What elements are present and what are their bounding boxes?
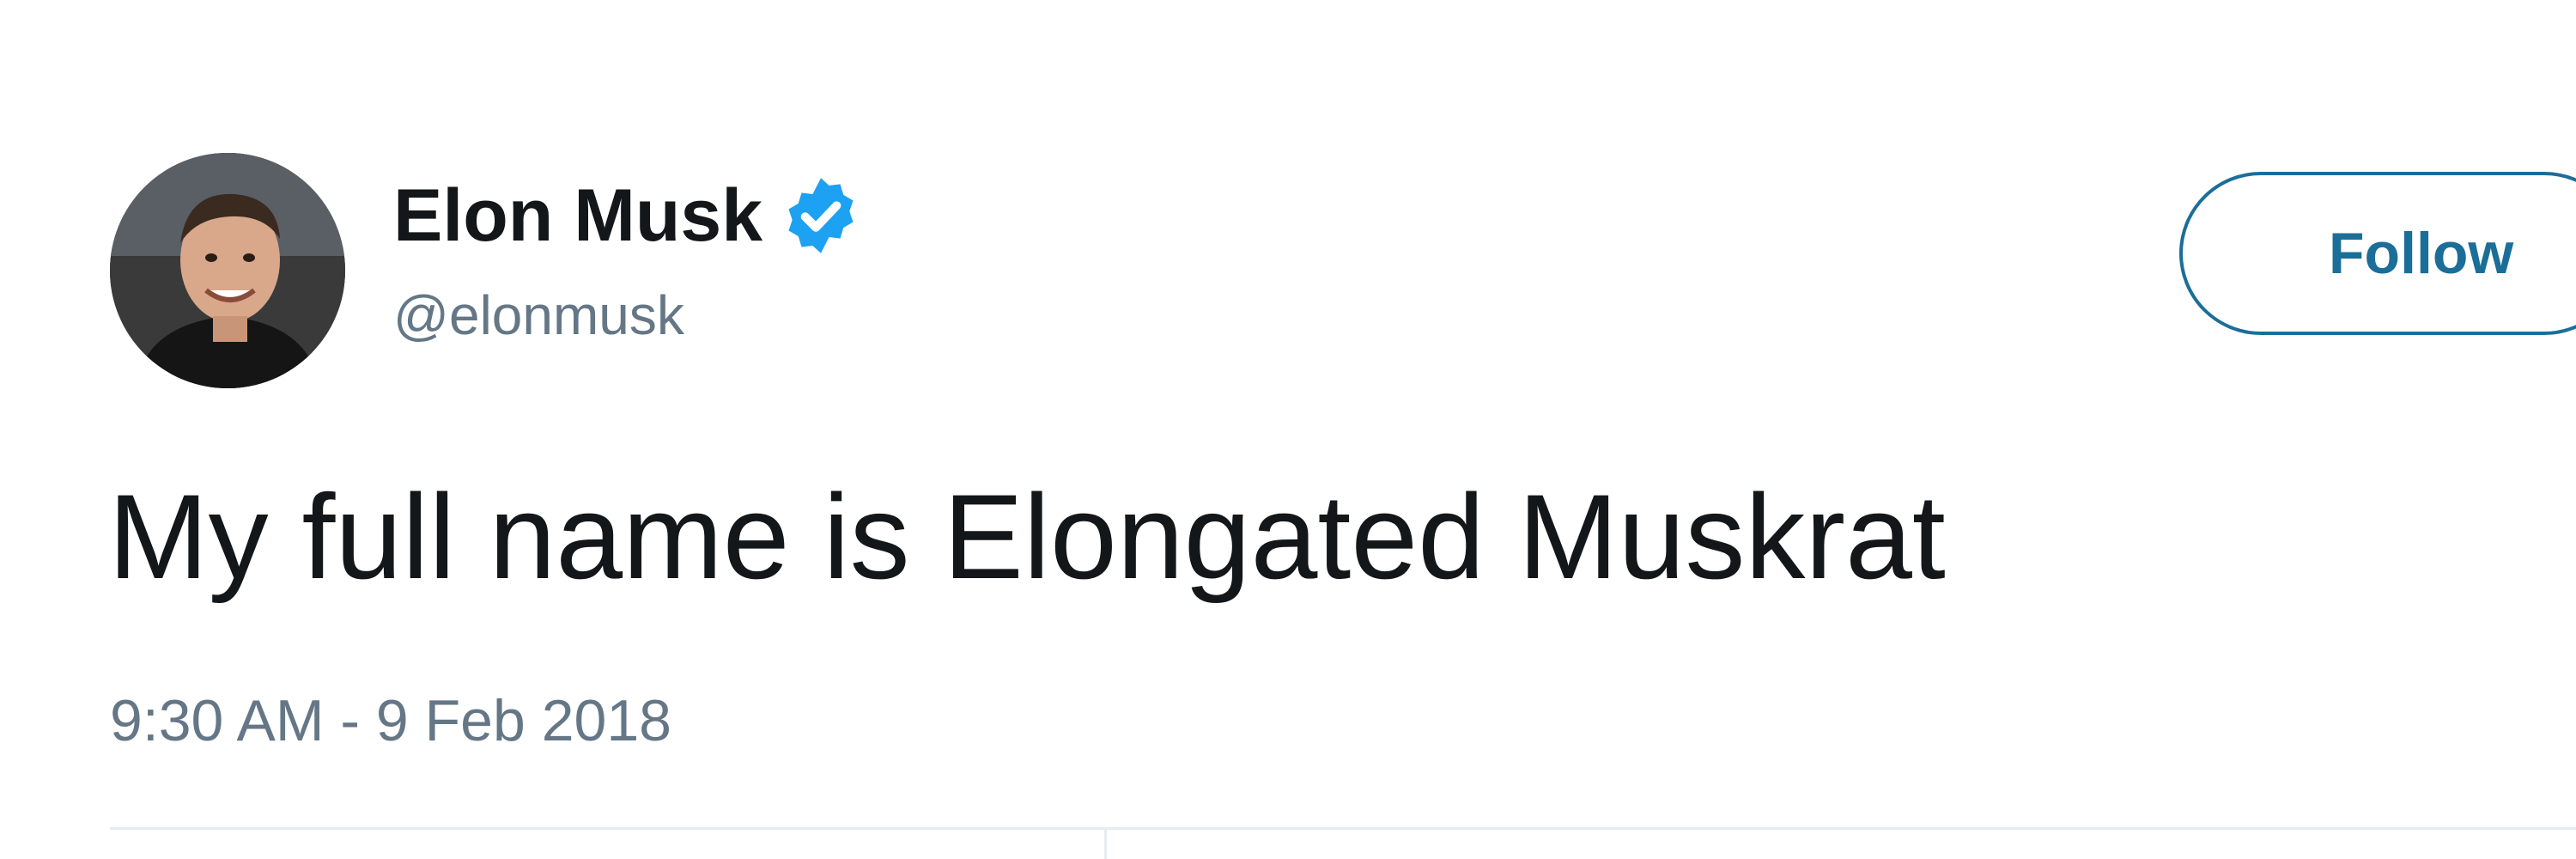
author-handle[interactable]: @elonmusk bbox=[393, 283, 684, 347]
author-display-name[interactable]: Elon Musk bbox=[393, 174, 762, 259]
divider bbox=[110, 827, 2576, 830]
avatar-image bbox=[110, 153, 345, 388]
tweet-text: My full name is Elongated Muskrat bbox=[108, 469, 1946, 604]
avatar[interactable] bbox=[110, 153, 345, 388]
verified-badge-icon bbox=[778, 173, 864, 259]
action-bar-divider bbox=[1104, 830, 1107, 859]
tweet-timestamp[interactable]: 9:30 AM - 9 Feb 2018 bbox=[110, 687, 671, 754]
tweet-card: Elon Musk @elonmusk Follow My full name … bbox=[0, 0, 2576, 859]
follow-button[interactable]: Follow bbox=[2179, 172, 2576, 335]
author-name-row: Elon Musk bbox=[393, 168, 864, 263]
